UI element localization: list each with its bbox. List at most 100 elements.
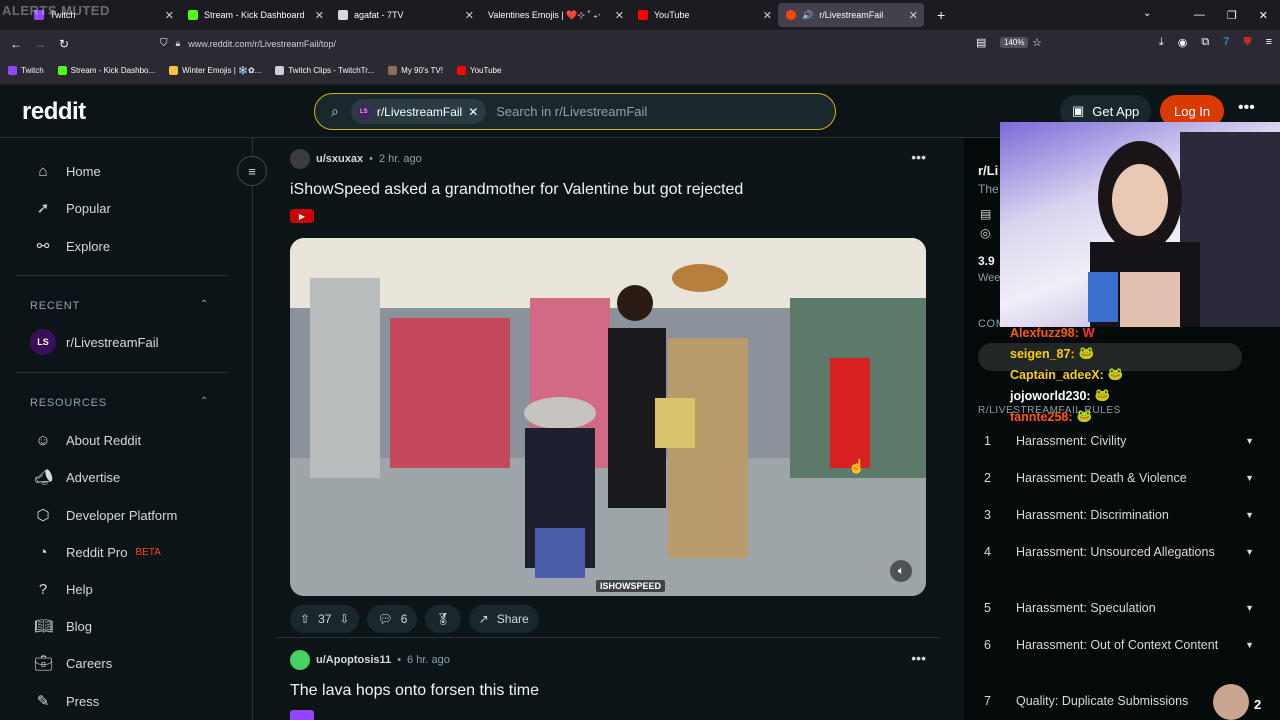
comments-button[interactable]: 💬︎ 6 [367,605,418,633]
tab-valentines[interactable]: Valentines Emojis | ❤️⊹ ˚ ₊‧ ✕ [480,0,630,30]
reload-icon[interactable]: ↻ [52,37,76,51]
rule-text: Harassment: Discrimination [1016,508,1169,522]
developer-icon: ⬡ [36,507,50,524]
bookmark-winter-emojis[interactable]: Winter Emojis | ❄️✿... [169,66,261,75]
menu-icon[interactable]: ≡ [1266,36,1272,49]
chevron-down-icon[interactable]: ▼ [1234,510,1254,520]
kick-icon [188,10,198,20]
zoom-level[interactable]: 140% [1000,37,1029,48]
share-button[interactable]: ↗ Share [468,605,539,633]
chevron-down-icon[interactable]: ▼ [1234,640,1254,650]
sidebar-item-livestreamfail[interactable]: LS r/LivestreamFail [30,329,158,355]
search-input[interactable]: Search in r/LivestreamFail [496,104,647,119]
sidebar-item-popular[interactable]: ➚ Popular [34,198,111,218]
vote-button[interactable]: ⇧ 37 ⇩ [290,605,360,633]
list-tabs-icon[interactable]: ⌄ [1143,8,1151,19]
rule-item[interactable]: 4 Harassment: Unsourced Allegations ▼ [984,543,1254,561]
bookmark-90s-tv[interactable]: My 90's TV! [388,66,443,75]
bookmark-star-icon[interactable]: ☆ [1032,36,1042,49]
rule-item[interactable]: 6 Harassment: Out of Context Content ▼ [984,636,1254,654]
sidebar-item-blog[interactable]: 📖︎ Blog [34,616,92,636]
close-icon[interactable]: ✕ [763,9,772,22]
sidebar-item-developer-platform[interactable]: ⬡ Developer Platform [34,505,177,525]
chevron-up-icon[interactable]: ⌃ [200,396,208,407]
sidebar-item-careers[interactable]: 💼︎ Careers [34,653,112,673]
chevron-down-icon[interactable]: ▼ [1234,436,1254,446]
forward-icon[interactable]: → [28,37,52,51]
chevron-up-icon[interactable]: ⌃ [200,299,208,310]
close-icon[interactable]: ✕ [465,9,474,22]
close-icon[interactable]: ✕ [615,9,624,22]
sound-icon[interactable]: 🔈︎ [890,560,912,582]
bookmark-twitch[interactable]: Twitch [8,66,44,75]
downvote-icon[interactable]: ⇩ [339,612,349,626]
ublock-icon[interactable]: ⛊ [1243,36,1251,49]
sidebar-item-label: Careers [66,655,113,671]
post-card[interactable]: u/Apoptosis11 • 6 hr. ago ••• The lava h… [276,650,940,720]
search-bar[interactable]: ⌕ LS r/LivestreamFail ✕ Search in r/Live… [314,93,836,130]
bookmark-twitch-clips[interactable]: Twitch Clips - TwitchTr... [275,66,374,75]
chevron-down-icon[interactable]: ▼ [1234,547,1254,557]
youtube-icon [638,10,648,20]
post-video[interactable]: ISHOWSPEED 🔈︎ [290,238,926,596]
sidebar-item-explore[interactable]: ⚯ Explore [34,236,110,256]
post-card[interactable]: u/sxuxax • 2 hr. ago ••• iShowSpeed aske… [276,149,940,223]
sidebar-item-help[interactable]: ? Help [34,579,93,599]
collapse-sidebar-button[interactable]: ≡ [237,156,267,186]
post-menu-icon[interactable]: ••• [911,149,926,165]
post-title[interactable]: The lava hops onto forsen this time [290,682,940,700]
emote-icon: 🐸 [1107,367,1124,381]
reddit-logo[interactable]: reddit [22,98,86,126]
tab-7tv[interactable]: agafat - 7TV ✕ [330,0,480,30]
post-author[interactable]: u/sxuxax [316,153,363,165]
chip-close-icon[interactable]: ✕ [468,105,478,119]
account-icon[interactable]: ◉ [1178,36,1188,49]
rule-item[interactable]: 5 Harassment: Speculation ▼ [984,599,1254,617]
rule-item[interactable]: 1 Harassment: Civility ▼ [984,432,1254,450]
download-icon[interactable]: ⤓ [1159,36,1164,49]
close-icon[interactable]: ✕ [315,9,324,22]
post-author[interactable]: u/Apoptosis11 [316,654,391,666]
avatar[interactable] [290,650,310,670]
browser-tabbar: ALERTS MUTED Twitch ✕ Stream - Kick Dash… [0,0,1280,30]
minimize-icon[interactable]: — [1194,9,1205,21]
tab-youtube[interactable]: YouTube ✕ [630,0,778,30]
chevron-down-icon[interactable]: ▼ [1234,603,1254,613]
bookmark-kick[interactable]: Stream - Kick Dashbo... [57,66,155,75]
extensions-icon[interactable]: ⧉ [1201,36,1209,49]
sidebar-item-home[interactable]: ⌂ Home [34,161,100,181]
sidebar-item-press[interactable]: ✎ Press [34,691,100,711]
close-icon[interactable]: ✕ [909,9,918,22]
rule-item[interactable]: 3 Harassment: Discrimination ▼ [984,506,1254,524]
close-window-icon[interactable]: ✕ [1259,9,1268,22]
tab-kick[interactable]: Stream - Kick Dashboard ✕ [180,0,330,30]
meta-separator: • [397,654,402,666]
recent-header[interactable]: RECENT [30,300,80,312]
close-icon[interactable]: ✕ [165,9,174,22]
get-app-label: Get App [1092,103,1140,119]
more-icon[interactable]: ••• [1238,99,1255,117]
7tv-extension-icon[interactable]: 7 [1223,36,1229,49]
careers-icon: 💼︎ [34,655,54,672]
reader-icon[interactable]: ▤ [976,36,986,49]
url-bar[interactable]: ⛉ 🔒︎ www.reddit.com/r/LivestreamFail/top… [152,33,1052,54]
upvote-icon[interactable]: ⇧ [300,612,310,626]
press-icon: ✎ [36,693,50,710]
tab-livestreamfail[interactable]: 🔊 r/LivestreamFail ✕ [778,3,924,27]
rule-item[interactable]: 2 Harassment: Death & Violence ▼ [984,469,1254,487]
post-title[interactable]: iShowSpeed asked a grandmother for Valen… [290,181,940,199]
back-icon[interactable]: ← [4,37,28,51]
award-button[interactable]: 🏅︎ [425,605,461,633]
chevron-down-icon[interactable]: ▼ [1234,473,1254,483]
new-tab-button[interactable]: + [937,7,945,23]
avatar[interactable] [290,149,310,169]
post-menu-icon[interactable]: ••• [911,650,926,666]
restore-icon[interactable]: ❐ [1227,9,1237,22]
sidebar-item-about[interactable]: ☺ About Reddit [34,430,141,450]
bookmark-label: Winter Emojis | ❄️✿... [182,66,262,75]
subreddit-chip[interactable]: LS r/LivestreamFail ✕ [350,99,487,124]
resources-header[interactable]: RESOURCES [30,397,107,409]
sidebar-item-reddit-pro[interactable]: ◔ Reddit Pro BETA [34,542,160,562]
sidebar-item-advertise[interactable]: 📣︎ Advertise [34,467,120,487]
bookmark-youtube[interactable]: YouTube [457,66,501,75]
